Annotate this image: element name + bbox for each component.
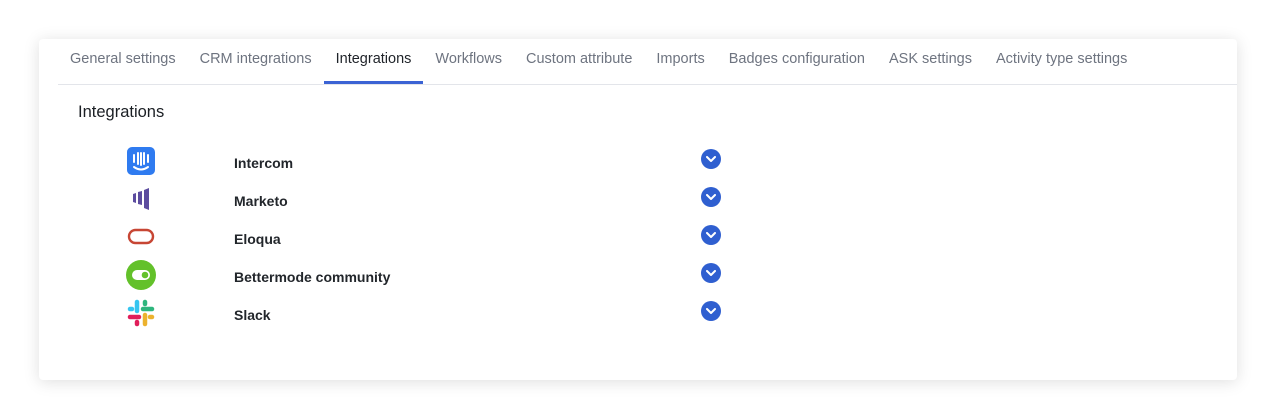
tab-imports[interactable]: Imports [644,39,716,83]
integration-name: Marketo [234,193,288,209]
tab-ask-settings[interactable]: ASK settings [877,39,984,83]
integration-row-intercom: Intercom [39,146,739,180]
slack-logo-icon [126,298,156,328]
tab-custom-attribute[interactable]: Custom attribute [514,39,644,83]
section-title: Integrations [78,103,165,121]
tab-general-settings[interactable]: General settings [58,39,188,83]
expand-marketo-button[interactable] [701,187,721,207]
integration-row-marketo: Marketo [39,184,739,218]
tab-crm-integrations[interactable]: CRM integrations [188,39,324,83]
tab-workflows[interactable]: Workflows [423,39,514,83]
chevron-down-icon [706,231,716,238]
tab-integrations[interactable]: Integrations [323,39,424,84]
integration-name: Bettermode community [234,269,391,285]
marketo-logo-icon [126,184,156,214]
integration-row-bettermode: Bettermode community [39,260,739,294]
integration-row-slack: Slack [39,298,739,332]
expand-eloqua-button[interactable] [701,225,721,245]
chevron-down-icon [706,269,716,276]
chevron-down-icon [706,155,716,162]
intercom-logo-icon [126,146,156,176]
chevron-down-icon [706,193,716,200]
integration-name: Intercom [234,155,294,171]
integration-row-eloqua: Eloqua [39,222,739,256]
tab-badges-configuration[interactable]: Badges configuration [717,39,877,83]
settings-tabs: General settings CRM integrations Integr… [58,39,1237,85]
expand-bettermode-button[interactable] [701,263,721,283]
bettermode-logo-icon [126,260,156,290]
chevron-down-icon [706,307,716,314]
expand-slack-button[interactable] [701,301,721,321]
integration-name: Slack [234,307,271,323]
settings-card: General settings CRM integrations Integr… [39,39,1237,380]
eloqua-logo-icon [126,222,156,252]
tab-activity-type-settings[interactable]: Activity type settings [984,39,1139,83]
integration-name: Eloqua [234,231,281,247]
expand-intercom-button[interactable] [701,149,721,169]
